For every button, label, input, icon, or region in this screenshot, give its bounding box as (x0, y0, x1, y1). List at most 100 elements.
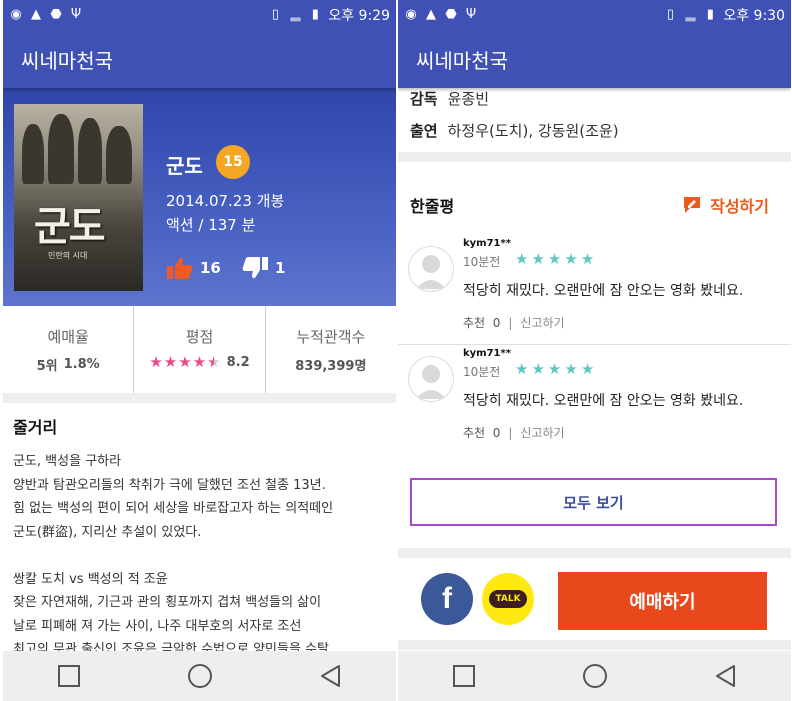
movie-stats: 예매율 5위 1.8% 평점 ★ ★ ★ ★ ★ 8.2 누적관객수 839,3… (3, 306, 396, 393)
back-nav-icon (320, 665, 340, 687)
report-button[interactable]: 신고하기 (520, 314, 564, 331)
kakaotalk-button[interactable]: TALK (482, 573, 534, 625)
section-divider (398, 152, 791, 162)
review-item: kym71** 10분전 ★ ★ ★ ★ ★ 적당히 재밌다. 오랜만에 잠 안… (398, 236, 791, 340)
write-review-label: 작성하기 (710, 197, 769, 216)
back-button[interactable] (706, 656, 746, 696)
like-count: 16 (200, 259, 221, 277)
meta-separator: | (508, 315, 513, 330)
dislike-button[interactable]: 1 (241, 256, 285, 280)
star-icon: ★ (178, 353, 192, 371)
thumbs-up-icon (167, 257, 193, 279)
warning-icon: ▲ (426, 7, 436, 22)
section-divider (3, 393, 396, 403)
review-stars: ★ ★ ★ ★ ★ (515, 362, 594, 377)
star-icon: ★ (564, 360, 578, 378)
nav-bar (3, 651, 396, 701)
back-nav-icon (715, 665, 735, 687)
nav-bar (398, 651, 791, 701)
reservation-label: 예매율 (47, 328, 89, 346)
review-time: 10분전 (463, 365, 501, 379)
review-user: kym71** (463, 238, 511, 249)
synopsis-section: 줄거리 군도, 백성을 구하라 양반과 탐관오리들의 착취가 극에 달했던 조선… (13, 414, 388, 662)
half-star-icon: ★ (207, 353, 221, 371)
synopsis-heading: 줄거리 (13, 418, 58, 437)
write-review-button[interactable]: 작성하기 (682, 193, 769, 217)
director-value: 윤종빈 (447, 89, 490, 108)
left-screen: ◉ ▲ ⬣ Ψ ▯ ▂ ▮ 오후 9:29 씨네마천국 군도 민란의 시대 군도… (3, 0, 396, 701)
vibrate-icon: ▯ (666, 7, 674, 22)
recommend-count: 0 (492, 316, 501, 330)
app-title: 씨네마천국 (416, 48, 508, 73)
avatar-icon (408, 356, 454, 402)
rating-value: 8.2 (226, 355, 250, 370)
recents-button[interactable] (49, 656, 89, 696)
usb-icon: Ψ (70, 7, 82, 22)
reservation-stat: 예매율 5위 1.8% (3, 306, 133, 393)
star-icon: ★ (515, 360, 529, 378)
review-meta: 추천 0 | 신고하기 (463, 314, 565, 331)
recents-button[interactable] (444, 656, 484, 696)
usb-icon: Ψ (465, 7, 477, 22)
pencil-icon (684, 197, 701, 213)
cast-value: 하정우(도치), 강동원(조윤) (447, 121, 619, 140)
reservation-rank: 5위 (36, 359, 58, 374)
signal-icon: ▂ (290, 7, 301, 22)
star-icon: ★ (547, 250, 562, 268)
rating-stat: 평점 ★ ★ ★ ★ ★ 8.2 (133, 306, 264, 393)
review-meta: 추천 0 | 신고하기 (463, 424, 565, 441)
review-item: kym71** 10분전 ★ ★ ★ ★ ★ 적당히 재밌다. 오랜만에 잠 안… (398, 346, 791, 450)
star-icon: ★ (149, 353, 163, 371)
battery-icon: ▮ (706, 7, 714, 22)
vibrate-icon: ▯ (271, 7, 279, 22)
android-icon: ⬣ (445, 7, 457, 22)
section-divider (398, 548, 791, 558)
cast-label: 출연 (410, 121, 438, 140)
book-button[interactable]: 예매하기 (558, 572, 767, 630)
poster-subtitle: 민란의 시대 (48, 251, 88, 260)
view-all-button[interactable]: 모두 보기 (410, 478, 777, 526)
status-time: 오후 9:30 (723, 8, 785, 24)
facebook-button[interactable]: f (421, 573, 473, 625)
movie-header: 군도 민란의 시대 군도 15 2014.07.23 개봉 액션 / 137 분… (3, 88, 396, 306)
app-title: 씨네마천국 (21, 48, 113, 73)
like-button[interactable]: 16 (166, 256, 221, 280)
right-screen: ◉ ▲ ⬣ Ψ ▯ ▂ ▮ 오후 9:30 씨네마천국 감독 윤종빈 출연 하정… (398, 0, 791, 701)
star-icon: ★ (192, 353, 207, 371)
credits: 감독 윤종빈 출연 하정우(도치), 강동원(조윤) (410, 82, 783, 146)
status-app-icon: ◉ (10, 7, 22, 22)
review-stars: ★ ★ ★ ★ ★ (515, 252, 594, 267)
section-divider (398, 640, 791, 650)
rating-stars: ★ ★ ★ ★ ★ (149, 355, 220, 370)
cast-row: 출연 하정우(도치), 강동원(조윤) (410, 114, 783, 146)
star-icon: ★ (564, 250, 578, 268)
review-text: 적당히 재밌다. 오랜만에 잠 안오는 영화 봤네요. (463, 393, 744, 409)
android-icon: ⬣ (50, 7, 62, 22)
recommend-button[interactable]: 추천 0 (463, 424, 500, 441)
genre-runtime: 액션 / 137 분 (166, 216, 256, 234)
director-label: 감독 (410, 89, 438, 108)
reviews-header: 한줄평 작성하기 (410, 193, 769, 217)
report-button[interactable]: 신고하기 (520, 424, 564, 441)
reservation-rate: 1.8% (63, 357, 100, 372)
movie-poster[interactable]: 군도 민란의 시대 (14, 104, 143, 291)
status-time: 오후 9:29 (328, 8, 390, 24)
rating-label: 평점 (185, 328, 214, 346)
home-button[interactable] (575, 656, 615, 696)
star-icon: ★ (547, 360, 562, 378)
share-area: f TALK 예매하기 (398, 558, 791, 640)
kakaotalk-icon: TALK (489, 590, 527, 608)
audience-label: 누적관객수 (296, 328, 366, 346)
recommend-count: 0 (492, 426, 501, 440)
signal-icon: ▂ (685, 7, 696, 22)
star-icon: ★ (531, 250, 545, 268)
back-button[interactable] (311, 656, 351, 696)
square-nav-icon (57, 665, 80, 687)
recommend-label: 추천 (463, 316, 486, 330)
recommend-button[interactable]: 추천 0 (463, 314, 500, 331)
audience-stat: 누적관객수 839,399명 (264, 306, 396, 393)
status-bar: ◉ ▲ ⬣ Ψ ▯ ▂ ▮ 오후 9:29 (3, 0, 396, 30)
star-icon: ★ (531, 360, 545, 378)
home-button[interactable] (180, 656, 220, 696)
avatar-icon (408, 246, 454, 292)
